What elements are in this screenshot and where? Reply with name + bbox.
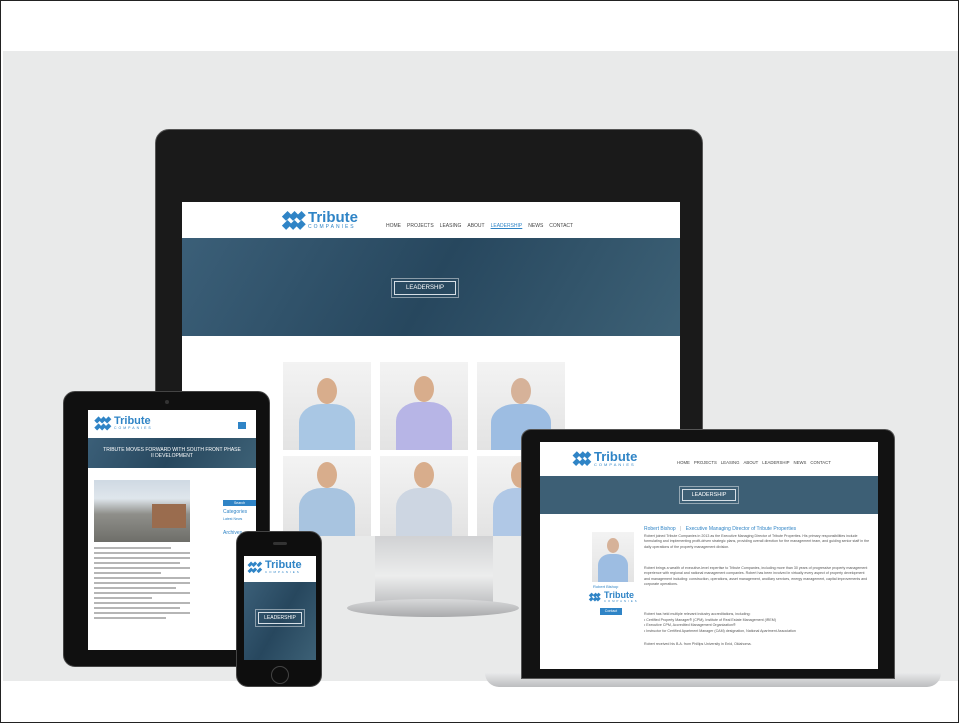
phone-device: Tribute COMPANIES LEADERSHIP: [236, 531, 322, 687]
bio-paragraph-3: Robert has held multiple relevant indust…: [644, 612, 751, 616]
post-body-text: [94, 544, 190, 644]
nav-leadership[interactable]: LEADERSHIP: [491, 223, 523, 229]
logo-tagline: COMPANIES: [594, 462, 636, 467]
search-button[interactable]: Search: [223, 500, 256, 506]
headshot-5[interactable]: [380, 456, 468, 536]
nav-news[interactable]: NEWS: [794, 460, 807, 465]
nav-contact[interactable]: CONTACT: [549, 223, 573, 229]
laptop-logo[interactable]: Tribute COMPANIES: [572, 450, 637, 467]
screenshot-frame: Tribute COMPANIES HOME PROJECTS LEASING …: [0, 0, 959, 723]
logo-tagline: COMPANIES: [265, 570, 301, 574]
laptop-leadership-button[interactable]: LEADERSHIP: [679, 486, 739, 504]
tribute-logo-icon: [572, 451, 592, 466]
post-image: [94, 480, 190, 542]
nav-about[interactable]: ABOUT: [467, 223, 484, 229]
headshot-4[interactable]: [283, 456, 371, 536]
laptop-device: Tribute COMPANIES HOME PROJECTS LEASING …: [521, 429, 895, 679]
post-title: TRIBUTE MOVES FORWARD WITH SOUTH FRONT P…: [103, 447, 241, 459]
menu-icon[interactable]: [238, 422, 246, 429]
logo-brand: Tribute: [308, 209, 359, 226]
profile-heading: Robert Bishop | Executive Managing Direc…: [644, 526, 797, 532]
laptop-nav: HOME PROJECTS LEASING ABOUT LEADERSHIP N…: [677, 460, 831, 465]
nav-leadership[interactable]: LEADERSHIP: [762, 460, 789, 465]
nav-projects[interactable]: PROJECTS: [694, 460, 717, 465]
tablet-screen: Tribute COMPANIES TRIBUTE MOVES FORWARD …: [88, 410, 256, 650]
nav-home[interactable]: HOME: [386, 223, 401, 229]
tablet-camera: [165, 400, 169, 404]
logo-tagline: COMPANIES: [308, 224, 356, 230]
logo-tagline: COMPANIES: [604, 599, 639, 603]
tribute-logo-icon: [282, 210, 306, 230]
accreditation-item: • Instructor for Certified Apartment Man…: [644, 628, 796, 633]
tablet-post-header: TRIBUTE MOVES FORWARD WITH SOUTH FRONT P…: [88, 438, 256, 468]
tablet-logo[interactable]: Tribute COMPANIES: [94, 416, 153, 431]
accreditations-list: • Certified Property Manager® (CPM), Ins…: [644, 618, 870, 634]
nav-about[interactable]: ABOUT: [743, 460, 758, 465]
nav-news[interactable]: NEWS: [528, 223, 543, 229]
tribute-logo-icon: [94, 416, 112, 430]
contact-button[interactable]: Contact: [600, 608, 622, 615]
bio-paragraph-1: Robert joined Tribute Companies in 2013 …: [644, 534, 870, 549]
phone-leadership-button[interactable]: LEADERSHIP: [255, 609, 305, 627]
monitor-logo[interactable]: Tribute COMPANIES: [282, 209, 359, 230]
nav-projects[interactable]: PROJECTS: [407, 223, 434, 229]
monitor-stand-neck: [375, 534, 493, 604]
categories-item[interactable]: Latest News: [223, 517, 242, 521]
laptop-screen: Tribute COMPANIES HOME PROJECTS LEASING …: [540, 442, 878, 669]
nav-home[interactable]: HOME: [677, 460, 690, 465]
nav-contact[interactable]: CONTACT: [810, 460, 830, 465]
profile-caption-name: Robert Bishop: [593, 584, 619, 589]
phone-hero-banner: LEADERSHIP: [244, 582, 316, 660]
tribute-logo-icon: [589, 592, 601, 602]
home-button[interactable]: [271, 666, 289, 684]
categories-heading: Categories: [223, 509, 248, 515]
phone-screen: Tribute COMPANIES LEADERSHIP: [244, 556, 316, 660]
responsive-mockup-stage: Tribute COMPANIES HOME PROJECTS LEASING …: [3, 51, 958, 687]
nav-leasing[interactable]: LEASING: [721, 460, 740, 465]
monitor-leadership-button[interactable]: LEADERSHIP: [391, 278, 459, 298]
monitor-hero-banner: LEADERSHIP: [182, 238, 680, 336]
phone-speaker: [273, 542, 287, 545]
headshot-1[interactable]: [283, 362, 371, 450]
phone-logo[interactable]: Tribute COMPANIES: [247, 560, 302, 574]
bio-paragraph-2: Robert brings a wealth of executive-leve…: [644, 566, 868, 587]
profile-title: Executive Managing Director of Tribute P…: [685, 526, 797, 532]
profile-logo: Tribute COMPANIES: [589, 591, 639, 603]
bio-paragraph-4: Robert received his B.A. from Phillips U…: [644, 642, 752, 646]
tribute-logo-icon: [247, 561, 263, 573]
laptop-hero-banner: LEADERSHIP: [540, 476, 878, 514]
monitor-nav: HOME PROJECTS LEASING ABOUT LEADERSHIP N…: [386, 223, 573, 229]
nav-leasing[interactable]: LEASING: [440, 223, 462, 229]
headshot-2[interactable]: [380, 362, 468, 450]
monitor-stand-base: [347, 599, 519, 617]
profile-name: Robert Bishop: [644, 526, 676, 532]
logo-tagline: COMPANIES: [114, 426, 153, 430]
profile-photo: [592, 532, 634, 582]
